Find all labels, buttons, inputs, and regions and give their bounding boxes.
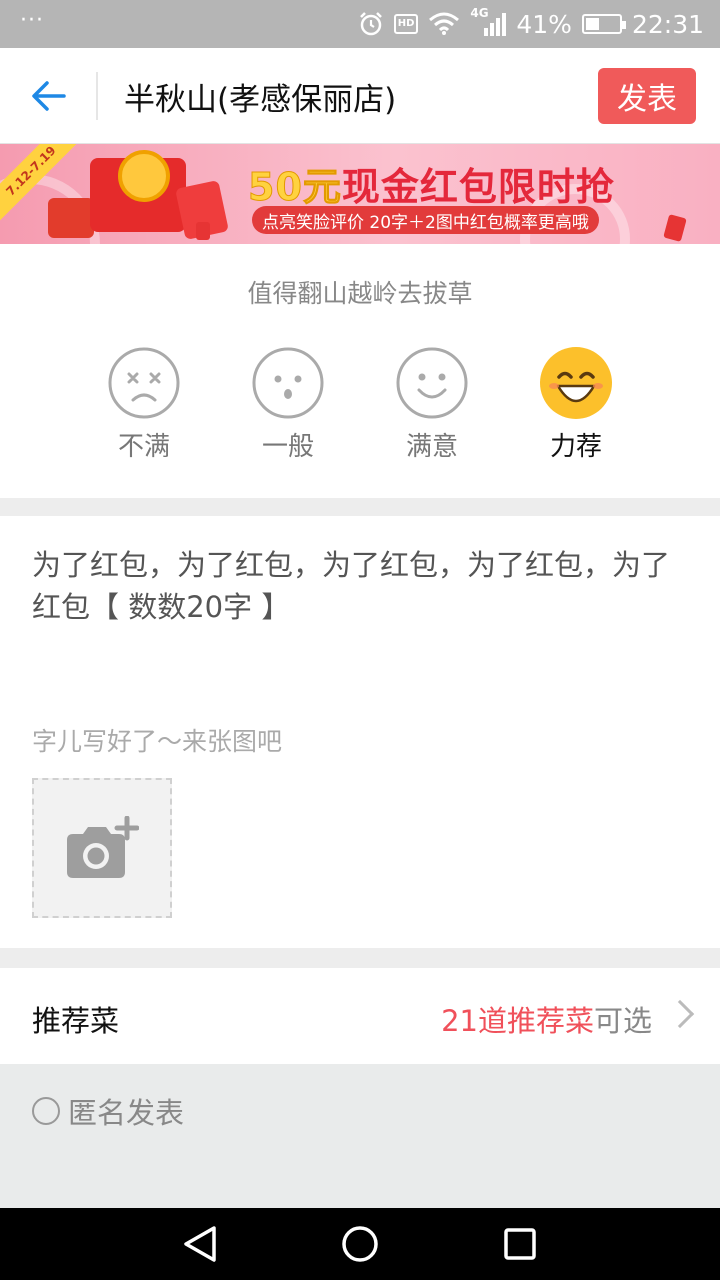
system-nav-bar xyxy=(0,1208,720,1280)
alarm-icon xyxy=(358,11,384,37)
banner-headline: 50元现金红包限时抢 xyxy=(248,156,615,211)
dishes-count: 21道推荐菜可选 xyxy=(441,998,652,1040)
anonymous-section: 匿名发表 xyxy=(0,1064,720,1208)
battery-icon xyxy=(581,14,626,34)
big-grin-face-icon xyxy=(540,347,612,419)
dishes-count-suffix: 可选 xyxy=(593,1004,652,1038)
banner-amount: 50元 xyxy=(248,165,342,210)
banner-headline-rest: 现金红包限时抢 xyxy=(341,165,615,209)
signal-icon: 4G xyxy=(470,6,507,40)
rating-label: 不满 xyxy=(117,432,170,462)
rating-hint: 值得翻山越岭去拔草 xyxy=(247,279,473,308)
radio-icon xyxy=(32,1097,60,1125)
rating-option-neutral[interactable]: 一般 xyxy=(228,346,348,463)
photo-hint: 字儿写好了～来张图吧 xyxy=(32,727,283,756)
page-title: 半秋山(孝感保丽店) xyxy=(124,82,397,118)
smile-face-icon xyxy=(396,347,468,419)
red-envelope-icon xyxy=(196,222,210,240)
wifi-icon xyxy=(428,12,460,36)
square-recents-icon xyxy=(504,1228,536,1260)
rating-option-unhappy[interactable]: 不满 xyxy=(84,346,204,463)
red-envelope-icon xyxy=(48,198,94,238)
back-arrow-icon xyxy=(32,81,66,111)
banner-subline: 点亮笑脸评价 20字＋2图中红包概率更高哦 xyxy=(252,206,599,234)
status-bar: ··· HD 4G 41% 22:31 xyxy=(0,0,720,48)
anonymous-label: 匿名发表 xyxy=(68,1096,185,1130)
dishes-count-highlight: 21道推荐菜 xyxy=(441,1004,594,1038)
rating-option-satisfied[interactable]: 满意 xyxy=(372,346,492,463)
clock: 22:31 xyxy=(631,9,704,39)
circle-home-icon xyxy=(342,1226,378,1262)
chevron-right-icon xyxy=(665,999,695,1029)
anonymous-toggle[interactable]: 匿名发表 xyxy=(32,1090,184,1132)
dishes-label: 推荐菜 xyxy=(32,1004,120,1038)
header: 半秋山(孝感保丽店) 发表 xyxy=(0,48,720,144)
promo-banner[interactable]: 7.12-7.19 50元现金红包限时抢 点亮笑脸评价 20字＋2图中红包概率更… xyxy=(0,144,720,244)
nav-home-button[interactable] xyxy=(340,1224,380,1264)
recommended-dishes-row[interactable]: 推荐菜 21道推荐菜可选 xyxy=(0,968,720,1064)
red-envelope-icon xyxy=(90,150,186,232)
rating-label: 满意 xyxy=(405,432,458,462)
nav-recents-button[interactable] xyxy=(500,1224,540,1264)
review-textarea[interactable]: 为了红包，为了红包，为了红包，为了红包，为了红包【 数数20字 】 xyxy=(32,544,682,628)
hd-icon: HD xyxy=(393,14,419,34)
rating-label-selected: 力荐 xyxy=(549,432,602,462)
rating-option-recommend[interactable]: 力荐 xyxy=(516,346,636,463)
camera-plus-icon xyxy=(67,816,139,878)
add-photo-button[interactable] xyxy=(32,778,172,918)
battery-percent: 41% xyxy=(516,9,572,39)
review-section: 为了红包，为了红包，为了红包，为了红包，为了红包【 数数20字 】 字儿写好了～… xyxy=(0,516,720,948)
rating-section: 值得翻山越岭去拔草 不满 一般 满意 力荐 xyxy=(0,244,720,498)
publish-button[interactable]: 发表 xyxy=(598,68,696,124)
nav-back-button[interactable] xyxy=(180,1224,220,1264)
back-button[interactable] xyxy=(22,72,74,120)
unhappy-face-icon xyxy=(108,347,180,419)
triangle-back-icon xyxy=(184,1226,216,1262)
status-icons: HD 4G 41% 22:31 xyxy=(358,0,704,48)
red-envelope-icon xyxy=(663,214,687,242)
neutral-face-icon xyxy=(252,347,324,419)
header-divider xyxy=(96,72,98,120)
more-dots-icon: ··· xyxy=(20,8,44,33)
rating-label: 一般 xyxy=(261,432,314,462)
